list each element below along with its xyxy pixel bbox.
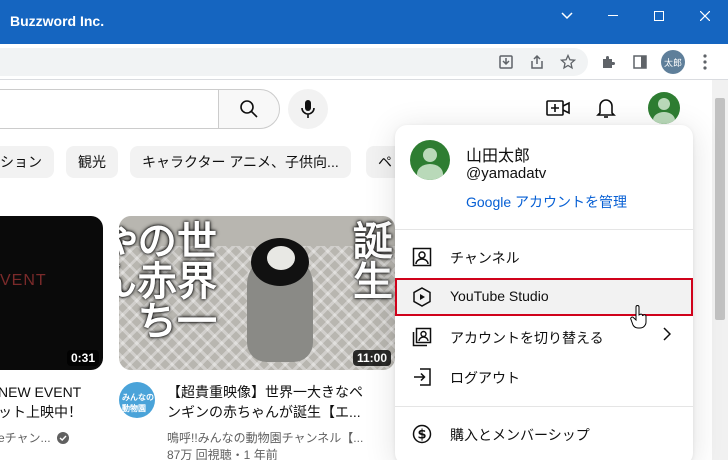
menu-divider bbox=[395, 229, 693, 230]
menu-avatar bbox=[410, 140, 450, 180]
dollar-icon: $ bbox=[411, 423, 433, 445]
thumbnail-caption-left: 世界一の赤ちゃん bbox=[119, 220, 215, 340]
more-vert-icon[interactable] bbox=[695, 52, 715, 72]
chip-character-anime[interactable]: キャラクター アニメ、子供向... bbox=[130, 146, 351, 178]
minimize-icon bbox=[608, 15, 618, 16]
window-title: Buzzword Inc. bbox=[10, 13, 105, 29]
microphone-icon bbox=[301, 100, 315, 118]
channel-avatar-text: みんなの動物園 bbox=[122, 393, 154, 413]
svg-text:$: $ bbox=[417, 428, 426, 443]
person-box-icon bbox=[411, 246, 433, 268]
tab-search-button[interactable] bbox=[544, 0, 590, 32]
menu-divider bbox=[395, 406, 693, 407]
bookmark-star-icon[interactable] bbox=[558, 52, 578, 72]
search-input[interactable] bbox=[0, 89, 218, 129]
video-title-left-2[interactable]: ット上映中！ bbox=[0, 402, 82, 422]
video-title-right-2[interactable]: ンギンの赤ちゃんが誕生【エ... bbox=[167, 402, 361, 422]
menu-item-label: YouTube Studio bbox=[450, 288, 549, 304]
account-avatar-button[interactable] bbox=[648, 92, 680, 124]
menu-item-switch-account[interactable]: アカウントを切り替える bbox=[395, 318, 693, 356]
penguin-face bbox=[267, 246, 295, 270]
voice-search-button[interactable] bbox=[288, 89, 328, 129]
channel-name: eチャン... bbox=[0, 431, 51, 445]
verified-check-icon bbox=[56, 432, 69, 444]
bell-icon bbox=[596, 99, 616, 118]
search-icon bbox=[240, 100, 258, 118]
thumbnail-text: VENT bbox=[0, 272, 47, 289]
sign-out-icon bbox=[411, 366, 433, 388]
video-stats-right: 87万 回視聴・1 年前 bbox=[167, 448, 278, 460]
window-titlebar: Buzzword Inc. bbox=[0, 0, 728, 44]
close-icon bbox=[700, 11, 710, 21]
video-thumbnail-right[interactable]: 世界一の赤ちゃん 誕生 11:00 bbox=[119, 216, 395, 370]
studio-icon bbox=[411, 286, 433, 308]
chip-sightseeing[interactable]: 観光 bbox=[66, 146, 118, 178]
menu-item-label: 購入とメンバーシップ bbox=[450, 427, 590, 443]
video-title-left-1[interactable]: NEW EVENT bbox=[0, 382, 81, 402]
extensions-puzzle-icon[interactable] bbox=[598, 52, 618, 72]
video-duration: 11:00 bbox=[352, 350, 391, 366]
share-icon[interactable] bbox=[527, 52, 547, 72]
chevron-down-icon bbox=[561, 12, 573, 20]
switch-account-icon bbox=[411, 326, 433, 348]
browser-window: Buzzword Inc. 太郎 ション 観光 キャラクター アニメ、子供向..… bbox=[0, 0, 728, 460]
channel-avatar[interactable]: みんなの動物園 bbox=[119, 382, 155, 418]
menu-item-label: ログアウト bbox=[450, 370, 520, 386]
scrollbar-thumb[interactable] bbox=[715, 98, 725, 320]
video-channel-right[interactable]: 鳴呼!!みんなの動物園チャンネル【... bbox=[167, 429, 363, 447]
hand-cursor-icon bbox=[630, 305, 648, 329]
video-thumbnail-left[interactable]: VENT 0:31 bbox=[0, 216, 103, 370]
thumbnail-caption-right: 誕生 bbox=[347, 220, 391, 300]
install-app-icon[interactable] bbox=[496, 52, 516, 72]
account-name: 山田太郎 bbox=[466, 148, 531, 165]
menu-item-label: チャンネル bbox=[450, 250, 520, 266]
close-button[interactable] bbox=[682, 0, 728, 32]
create-video-button[interactable] bbox=[544, 94, 572, 122]
video-add-icon bbox=[546, 100, 570, 116]
minimize-button[interactable] bbox=[590, 0, 636, 32]
maximize-button[interactable] bbox=[636, 0, 682, 32]
video-title-right-1[interactable]: 【超貴重映像】世界一大きなペ bbox=[167, 382, 363, 402]
video-duration: 0:31 bbox=[66, 350, 99, 366]
menu-item-sign-out[interactable]: ログアウト bbox=[395, 358, 693, 396]
chevron-right-icon bbox=[663, 327, 672, 346]
maximize-icon bbox=[654, 11, 664, 21]
browser-toolbar bbox=[0, 44, 728, 80]
account-handle: @yamadatv bbox=[466, 165, 547, 182]
menu-item-channel[interactable]: チャンネル bbox=[395, 238, 693, 276]
manage-google-account-link[interactable]: Google アカウントを管理 bbox=[466, 192, 627, 212]
menu-item-label: アカウントを切り替える bbox=[450, 330, 604, 346]
notifications-button[interactable] bbox=[592, 94, 620, 122]
chip-1[interactable]: ション bbox=[0, 146, 54, 178]
menu-item-purchases[interactable]: $ 購入とメンバーシップ bbox=[395, 415, 693, 453]
side-panel-icon[interactable] bbox=[630, 52, 650, 72]
video-channel-left[interactable]: eチャン... bbox=[0, 429, 69, 447]
menu-item-youtube-studio[interactable]: YouTube Studio bbox=[395, 278, 693, 316]
profile-avatar[interactable]: 太郎 bbox=[661, 50, 685, 74]
search-button[interactable] bbox=[218, 89, 280, 129]
